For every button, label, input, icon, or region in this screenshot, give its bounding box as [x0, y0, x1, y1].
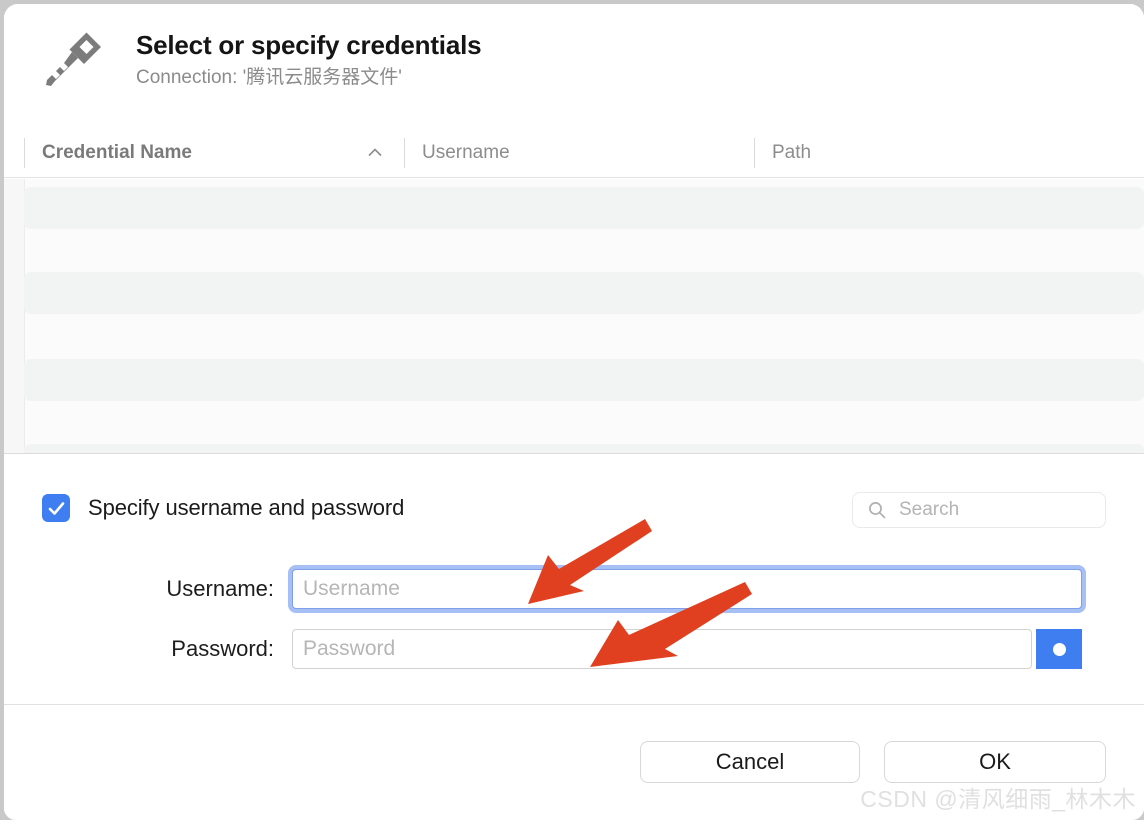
column-header-path[interactable]: Path [754, 138, 1084, 168]
password-input[interactable] [292, 629, 1032, 669]
connection-subtitle: Connection: '腾讯云服务器文件' [136, 64, 481, 92]
column-header-label: Path [772, 142, 811, 164]
chevron-up-icon [368, 148, 382, 157]
table-header-row: Credential Name Username Path [4, 128, 1144, 178]
checkmark-icon [47, 499, 66, 518]
username-field-row: Username: [4, 569, 1144, 609]
credentials-options-panel: Specify username and password Username: … [4, 454, 1144, 704]
dialog-header: Select or specify credentials Connection… [4, 4, 1144, 128]
credentials-table-body[interactable] [4, 179, 1144, 454]
specify-credentials-label: Specify username and password [88, 495, 404, 521]
dialog-header-text: Select or specify credentials Connection… [136, 28, 481, 92]
username-label: Username: [4, 576, 292, 602]
table-row[interactable] [24, 272, 1144, 314]
ok-button[interactable]: OK [884, 741, 1106, 783]
credentials-dialog: Select or specify credentials Connection… [4, 4, 1144, 820]
column-header-label: Username [422, 142, 510, 164]
column-header-username[interactable]: Username [404, 138, 754, 168]
search-icon [867, 500, 887, 520]
table-row[interactable] [24, 187, 1144, 229]
cancel-button[interactable]: Cancel [640, 741, 860, 783]
column-header-label: Credential Name [42, 142, 192, 164]
specify-username-password-checkbox[interactable] [42, 494, 70, 522]
search-input[interactable] [899, 499, 1089, 521]
column-header-credential-name[interactable]: Credential Name [24, 138, 404, 168]
password-reveal-button[interactable] [1036, 629, 1082, 669]
search-box[interactable] [852, 492, 1106, 528]
table-row[interactable] [24, 359, 1144, 401]
dot-icon [1053, 643, 1066, 656]
key-icon [42, 28, 106, 100]
username-input[interactable] [292, 569, 1082, 609]
page-title: Select or specify credentials [136, 28, 481, 62]
password-field-row: Password: [4, 629, 1144, 669]
dialog-footer: Cancel OK [4, 704, 1144, 820]
password-label: Password: [4, 636, 292, 662]
table-row[interactable] [24, 444, 1144, 454]
specify-credentials-row[interactable]: Specify username and password [42, 494, 404, 522]
